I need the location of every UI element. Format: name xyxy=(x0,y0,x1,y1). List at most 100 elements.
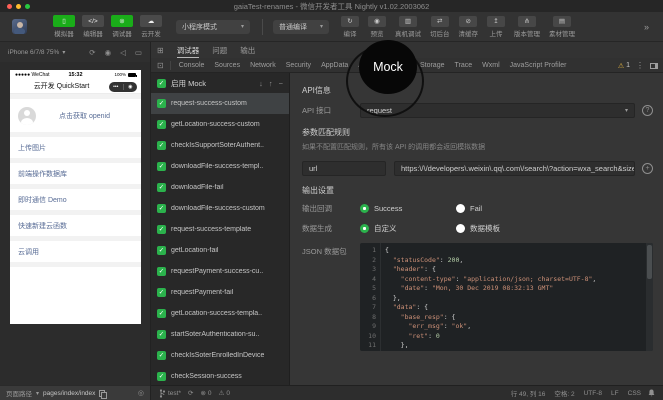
callback-radio[interactable]: Fail xyxy=(456,204,552,213)
enable-mock-checkbox[interactable]: ✓ xyxy=(157,79,166,88)
mock-rule-item[interactable]: ✓ getLocation-success-templa.. xyxy=(151,303,289,324)
mode-select[interactable]: 小程序模式 ▾ xyxy=(176,20,250,34)
window-tab[interactable]: 问题 xyxy=(212,42,227,58)
devtools-tab[interactable]: Sources xyxy=(214,62,240,69)
mock-rule-item[interactable]: ✓ requestPayment-success-cu.. xyxy=(151,261,289,282)
devtools-tab[interactable]: Audits xyxy=(358,62,377,69)
compile-mode-select[interactable]: 普通编译 ▾ xyxy=(273,20,329,34)
mock-rule-item[interactable]: ✓ startSoterAuthentication-su.. xyxy=(151,324,289,345)
maximize-window-button[interactable] xyxy=(25,4,30,9)
toolbar-action-button[interactable]: ◉ 预览 xyxy=(368,16,386,38)
errors-status[interactable]: ⊗ 0 xyxy=(200,389,211,397)
devtools-tab[interactable]: Storage xyxy=(420,62,445,69)
device-select[interactable]: iPhone 6/7/8 75% ▾ xyxy=(8,49,65,56)
statusbar-indicator[interactable]: LF xyxy=(611,390,619,397)
git-branch-status[interactable]: test* xyxy=(159,389,181,398)
mock-rule-item[interactable]: ✓ requestPayment-fail xyxy=(151,282,289,303)
datagen-radio[interactable]: 数据模板 xyxy=(456,223,552,234)
toolbar-action-button[interactable]: ⊘ 清缓存 xyxy=(459,16,479,38)
import-icon[interactable]: ↓ xyxy=(259,79,263,88)
checkbox-checked-icon[interactable]: ✓ xyxy=(157,288,166,297)
mock-rule-item[interactable]: ✓ downloadFile-success-custom xyxy=(151,198,289,219)
checkbox-checked-icon[interactable]: ✓ xyxy=(157,351,166,360)
inspect-element-icon[interactable]: ⊡ xyxy=(157,61,171,70)
sync-icon[interactable]: ⟳ xyxy=(188,389,193,397)
checkbox-checked-icon[interactable]: ✓ xyxy=(157,225,166,234)
mock-rule-item[interactable]: ✓ downloadFile-fail xyxy=(151,177,289,198)
devtools-tab[interactable]: Network xyxy=(250,62,276,69)
checkbox-checked-icon[interactable]: ✓ xyxy=(157,183,166,192)
devtools-tab[interactable]: Console xyxy=(179,62,205,69)
checkbox-checked-icon[interactable]: ✓ xyxy=(157,162,166,171)
checkbox-checked-icon[interactable]: ✓ xyxy=(157,309,166,318)
mock-rule-item[interactable]: ✓ checkIsSoterEnrolledInDevice xyxy=(151,345,289,366)
mock-rule-item[interactable]: ✓ request-success-template xyxy=(151,219,289,240)
toolbar-action-button[interactable]: ↻ 编译 xyxy=(341,16,359,38)
panel-toggle-button[interactable]: ☁ 云开发 xyxy=(140,15,162,38)
devtools-tab[interactable]: Security xyxy=(286,62,311,69)
mock-rule-item[interactable]: ✓ downloadFile-success-templ.. xyxy=(151,156,289,177)
editor-code[interactable]: { "statusCode": 200, "header": { "conten… xyxy=(380,243,653,351)
statusbar-indicator[interactable]: CSS xyxy=(628,390,641,397)
export-icon[interactable]: ↑ xyxy=(269,79,273,88)
devtools-tab[interactable]: AppData xyxy=(321,62,348,69)
checkbox-checked-icon[interactable]: ✓ xyxy=(157,267,166,276)
editor-scrollbar[interactable] xyxy=(646,243,653,351)
toolbar-action-button[interactable]: ▤ 素材管理 xyxy=(549,16,575,38)
menu-link-item[interactable]: 云调用 xyxy=(10,241,141,262)
editor-scrollbar-thumb[interactable] xyxy=(647,245,652,279)
warnings-status[interactable]: ⚠ 0 xyxy=(219,389,230,397)
window-tab[interactable]: 输出 xyxy=(240,42,255,58)
checkbox-checked-icon[interactable]: ✓ xyxy=(157,204,166,213)
devtools-tab[interactable]: JavaScript Profiler xyxy=(510,62,567,69)
toolbar-action-button[interactable]: ⋔ 版本管理 xyxy=(514,16,540,38)
menu-link-item[interactable]: 上传图片 xyxy=(10,137,141,158)
layout-grid-icon[interactable]: ⊞ xyxy=(157,46,164,55)
toolbar-overflow-button[interactable]: » xyxy=(644,22,651,32)
get-openid-link[interactable]: 点击获取 openid xyxy=(36,111,133,121)
warning-badge[interactable]: ⚠ 1 xyxy=(618,62,630,70)
callback-radio[interactable]: Success xyxy=(360,204,456,213)
checkbox-checked-icon[interactable]: ✓ xyxy=(157,372,166,381)
devtools-tab[interactable]: Wxml xyxy=(482,62,500,69)
close-window-button[interactable] xyxy=(7,4,12,9)
menu-link-item[interactable]: 快速新建云函数 xyxy=(10,215,141,236)
panel-toggle-button[interactable]: </> 编辑器 xyxy=(82,15,104,38)
statusbar-indicator[interactable]: 行 49, 列 16 xyxy=(511,388,546,398)
minimize-window-button[interactable] xyxy=(16,4,21,9)
checkbox-checked-icon[interactable]: ✓ xyxy=(157,120,166,129)
param-value-input[interactable]: https:\/\/developers\.weixin\.qq\.com\/s… xyxy=(394,161,635,176)
chevron-down-icon[interactable]: ▾ xyxy=(36,390,39,397)
add-rule-icon[interactable]: + xyxy=(642,163,653,174)
mock-rule-item[interactable]: ✓ checkSession-success xyxy=(151,366,289,385)
toolbar-action-button[interactable]: ▥ 真机调试 xyxy=(395,16,421,38)
refresh-icon[interactable]: ◉ xyxy=(105,48,112,57)
bell-icon[interactable] xyxy=(648,389,655,397)
display-icon[interactable]: ▭ xyxy=(135,48,142,57)
menu-link-item[interactable]: 即时通信 Demo xyxy=(10,189,141,210)
toolbar-action-button[interactable]: ⇄ 切后台 xyxy=(430,16,450,38)
api-select[interactable]: request ▾ xyxy=(360,103,635,118)
locate-icon[interactable]: ◎ xyxy=(138,389,144,397)
mock-rule-item[interactable]: ✓ getLocation-success-custom xyxy=(151,114,289,135)
profile-avatar[interactable] xyxy=(18,107,36,125)
json-editor[interactable]: 1234567891011 { "statusCode": 200, "head… xyxy=(360,243,653,351)
panel-toggle-button[interactable]: ⊚ 调试器 xyxy=(111,15,133,38)
copy-icon[interactable] xyxy=(99,390,105,397)
mock-rule-item[interactable]: ✓ checkIsSupportSoterAuthent.. xyxy=(151,135,289,156)
checkbox-checked-icon[interactable]: ✓ xyxy=(157,330,166,339)
exit-icon[interactable]: ◉ xyxy=(124,82,138,92)
user-avatar[interactable] xyxy=(12,19,27,34)
menu-link-item[interactable]: 前端操作数据库 xyxy=(10,163,141,184)
kebab-menu-icon[interactable]: ⋮ xyxy=(636,61,644,70)
datagen-radio[interactable]: 自定义 xyxy=(360,223,456,234)
checkbox-checked-icon[interactable]: ✓ xyxy=(157,246,166,255)
mock-rule-item[interactable]: ✓ getLocation-fail xyxy=(151,240,289,261)
dock-side-icon[interactable] xyxy=(650,63,658,69)
window-tab[interactable]: 调试器 xyxy=(177,42,200,58)
mock-rule-item[interactable]: ✓ request-success-custom xyxy=(151,93,289,114)
checkbox-checked-icon[interactable]: ✓ xyxy=(157,141,166,150)
devtools-tab[interactable]: Trace xyxy=(455,62,473,69)
page-path-label[interactable]: 页面路径 xyxy=(6,388,32,398)
help-icon[interactable]: ? xyxy=(642,105,653,116)
